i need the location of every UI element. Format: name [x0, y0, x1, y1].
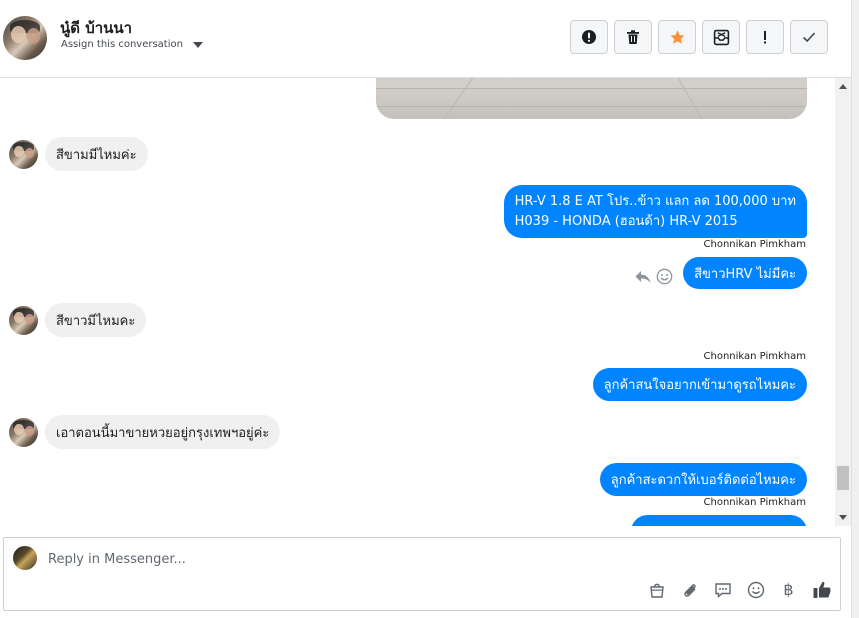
shopping-bag-icon: [649, 583, 664, 598]
incoming-message-bubble[interactable]: สีขาวมีไหมคะ: [45, 303, 147, 337]
message-line: H039 - HONDA (ฮอนด้า) HR-V 2015: [514, 213, 738, 229]
message-actions: [634, 268, 673, 285]
incoming-message-row: สีขาวมีไหมคะ: [9, 303, 147, 337]
assign-conversation-dropdown[interactable]: Assign this conversation: [61, 39, 203, 50]
react-emoji-icon[interactable]: [656, 268, 673, 285]
outgoing-message-bubble-partial[interactable]: [631, 515, 807, 526]
conversation-header: นู๋ดี บ้านนา Assign this conversation: [0, 0, 851, 78]
archive-button[interactable]: [702, 20, 740, 54]
exclamation-icon: [764, 31, 766, 44]
done-button[interactable]: [790, 20, 828, 54]
shared-photo-message[interactable]: [376, 78, 807, 119]
sender-name: Chonnikan Pimkham: [703, 497, 806, 508]
star-button[interactable]: [658, 20, 696, 54]
scrollbar-thumb[interactable]: [837, 466, 849, 490]
scroll-up-arrow-icon[interactable]: [839, 84, 847, 89]
emoji-button[interactable]: [745, 579, 766, 600]
trash-icon: [627, 30, 639, 44]
outgoing-message-bubble[interactable]: สีขาวHRV ไม่มีคะ: [683, 257, 807, 289]
smiley-icon: [747, 581, 764, 598]
sender-name: Chonnikan Pimkham: [703, 239, 806, 250]
outgoing-message-bubble[interactable]: HR-V 1.8 E AT โปร..ข้าว แลก ลด 100,000 บ…: [503, 185, 807, 238]
message-thread[interactable]: สีขามมีไหมค่ะ HR-V 1.8 E AT โปร..ข้าว แล…: [0, 78, 835, 526]
sender-name: Chonnikan Pimkham: [703, 351, 806, 362]
baht-icon: ฿: [783, 580, 794, 599]
mark-spam-button[interactable]: [570, 20, 608, 54]
contact-name[interactable]: นู๋ดี บ้านนา: [60, 16, 132, 40]
shop-button[interactable]: [646, 579, 667, 600]
composer-tools: ฿: [646, 579, 832, 600]
contact-avatar-small: [9, 139, 38, 169]
incoming-message-row: สีขามมีไหมค่ะ: [9, 137, 148, 171]
archive-icon: [713, 29, 729, 45]
reply-composer: ฿: [3, 537, 841, 611]
message-line: HR-V 1.8 E AT โปร..ข้าว แลก ลด 100,000 บ…: [514, 193, 796, 209]
outgoing-message-bubble[interactable]: ลูกค้าสะดวกให้เบอร์ติดต่อไหมคะ: [599, 463, 807, 496]
saved-replies-button[interactable]: [712, 579, 733, 600]
payment-button[interactable]: ฿: [778, 579, 799, 600]
thumbs-up-icon: [813, 581, 831, 598]
incoming-message-row: เอาตอนนี้มาขายหวยอยู่กรุงเทพฯอยู่ค่ะ: [9, 415, 281, 449]
assign-label: Assign this conversation: [61, 39, 183, 50]
alert-circle-icon: [582, 30, 596, 44]
chat-bubble-icon: [714, 582, 731, 598]
incoming-message-bubble[interactable]: สีขามมีไหมค่ะ: [45, 137, 148, 171]
star-icon: [669, 29, 685, 44]
paperclip-icon: [683, 583, 696, 597]
follow-up-button[interactable]: [746, 20, 784, 54]
scroll-down-arrow-icon[interactable]: [839, 515, 847, 520]
incoming-message-bubble[interactable]: เอาตอนนี้มาขายหวยอยู่กรุงเทพฯอยู่ค่ะ: [45, 415, 281, 449]
outgoing-message-bubble[interactable]: ลูกค้าสนใจอยากเข้ามาดูรถไหมคะ: [592, 368, 807, 401]
contact-avatar-small: [9, 305, 38, 335]
delete-button[interactable]: [614, 20, 652, 54]
conversation-toolbar: [570, 20, 828, 54]
like-button[interactable]: [811, 579, 832, 600]
window-edge: [851, 0, 859, 618]
contact-avatar[interactable]: [3, 16, 47, 60]
page-avatar: [13, 546, 37, 570]
caret-down-icon: [192, 41, 203, 48]
contact-avatar-small: [9, 417, 38, 447]
thread-scrollbar[interactable]: [835, 78, 851, 526]
reply-icon[interactable]: [634, 269, 652, 285]
messenger-conversation-view: นู๋ดี บ้านนา Assign this conversation สี…: [0, 0, 859, 618]
checkmark-icon: [802, 32, 816, 43]
reply-input[interactable]: [48, 548, 748, 570]
attach-button[interactable]: [679, 579, 700, 600]
